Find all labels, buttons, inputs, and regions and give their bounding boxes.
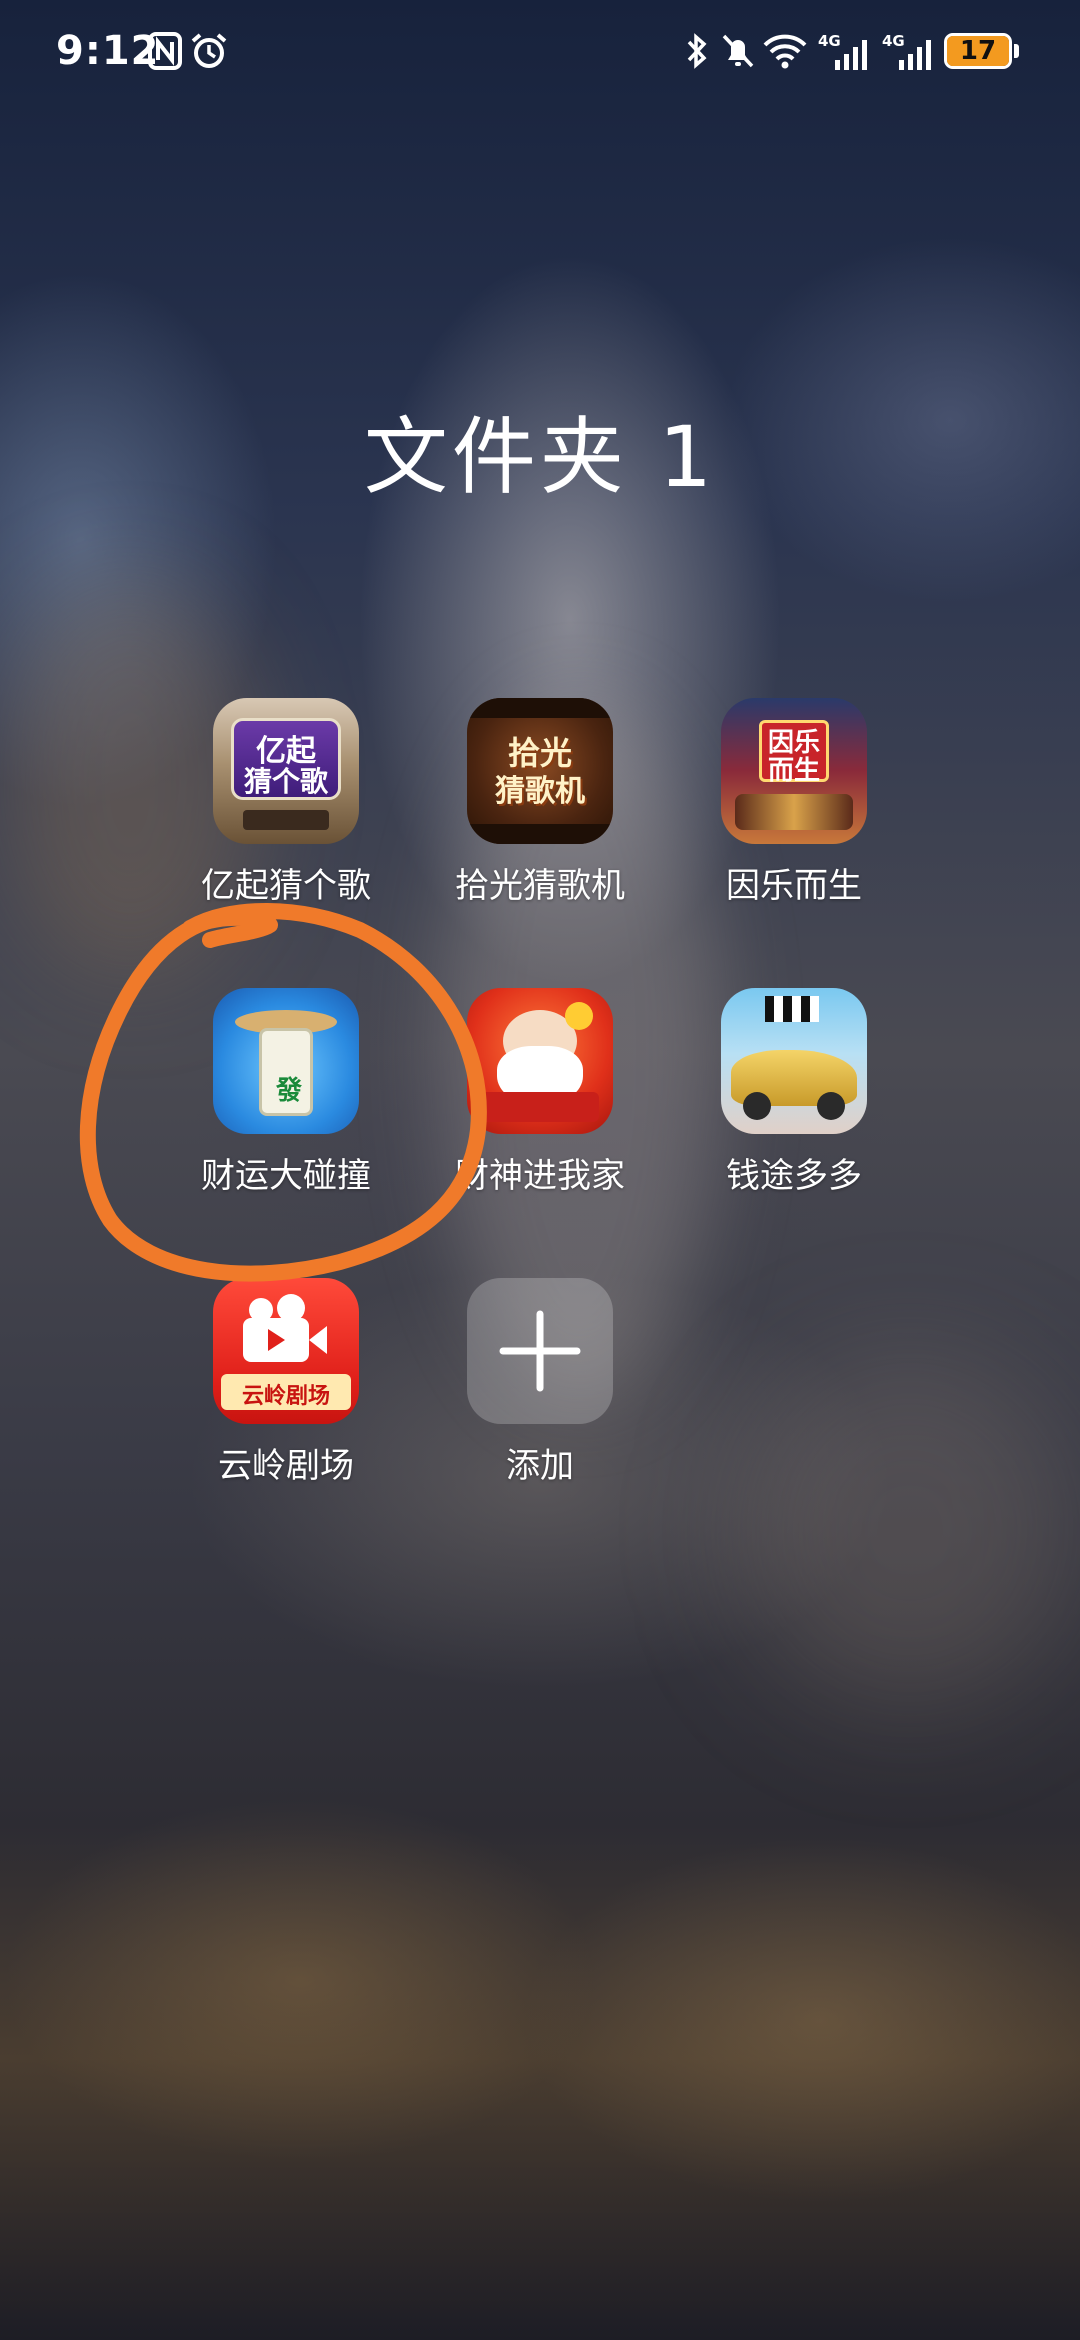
yiqi-guess-song-icon: 亿起 猜个歌 (213, 698, 359, 844)
battery-icon: 17 (944, 33, 1012, 69)
app-label: 因乐而生 (726, 866, 862, 906)
caishen-home-icon (467, 988, 613, 1134)
caiyun-collision-icon: 發 (213, 988, 359, 1134)
icon-text: 云岭剧场 (241, 1384, 330, 1409)
app-label: 拾光猜歌机 (455, 866, 625, 906)
app-qiantu-duoduo[interactable]: 钱途多多 (679, 988, 909, 1197)
icon-text: 發 (275, 1076, 302, 1106)
plus-icon (467, 1278, 613, 1424)
status-time: 9:12 (56, 28, 160, 74)
battery-level: 17 (959, 36, 997, 66)
app-yunling-theater[interactable]: 云岭剧场 云岭剧场 (171, 1278, 401, 1487)
app-yinle-ersheng[interactable]: 因乐 而生 因乐而生 (679, 698, 909, 907)
yinle-ersheng-icon: 因乐 而生 (721, 698, 867, 844)
app-label: 财运大碰撞 (201, 1156, 371, 1196)
icon-text: 猜个歌 (243, 765, 328, 798)
add-app-button[interactable]: 添加 (425, 1278, 655, 1487)
alarm-icon (191, 33, 227, 68)
signal-icon: 4G (818, 32, 874, 72)
status-bar: 9:12 4G 4G 17 (0, 0, 1080, 110)
yunling-theater-icon: 云岭剧场 (213, 1278, 359, 1424)
app-caiyun-collision[interactable]: 發 财运大碰撞 (171, 988, 401, 1197)
nfc-icon (148, 32, 182, 70)
qiantu-duoduo-icon (721, 988, 867, 1134)
app-shiguang-guess-song[interactable]: 拾光 猜歌机 拾光猜歌机 (425, 698, 655, 907)
signal-icon: 4G (882, 32, 938, 72)
shiguang-guess-song-icon: 拾光 猜歌机 (467, 698, 613, 844)
app-label: 亿起猜个歌 (201, 866, 371, 906)
folder-title[interactable]: 文件夹 1 (0, 390, 1080, 511)
app-label: 财神进我家 (455, 1156, 625, 1196)
app-yiqi-guess-song[interactable]: 亿起 猜个歌 亿起猜个歌 (171, 698, 401, 907)
mute-icon (722, 34, 754, 68)
icon-text: 而生 (767, 756, 820, 786)
add-label: 添加 (506, 1446, 574, 1486)
bluetooth-icon (687, 33, 707, 69)
wifi-icon (763, 34, 807, 69)
icon-text: 猜歌机 (495, 774, 585, 809)
app-label: 钱途多多 (726, 1156, 862, 1196)
app-label: 云岭剧场 (218, 1446, 354, 1486)
app-caishen-home[interactable]: 财神进我家 (425, 988, 655, 1197)
